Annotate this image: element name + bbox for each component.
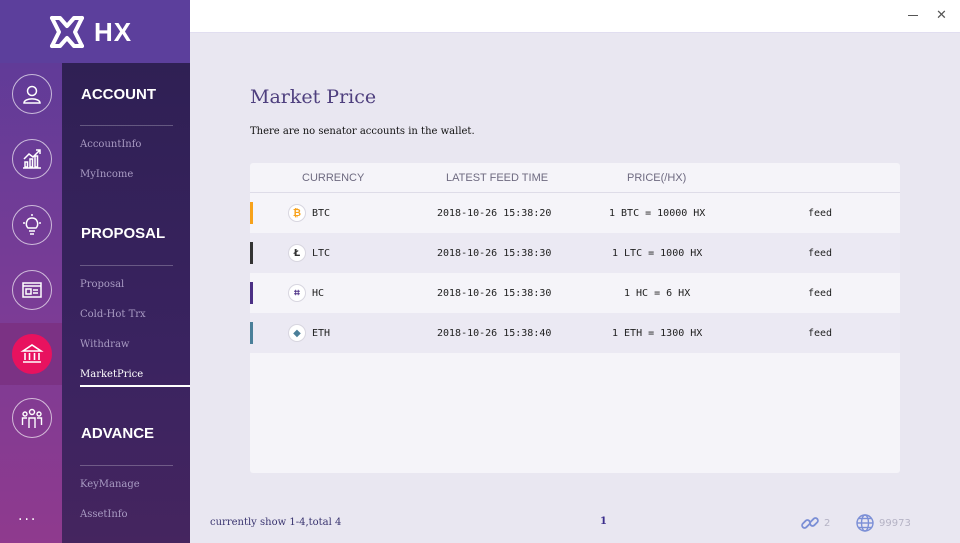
table-row: ₿ BTC 2018-10-26 15:38:20 1 BTC = 10000 … — [250, 193, 900, 233]
rail-proposal-button[interactable] — [12, 205, 52, 245]
rail-market-button[interactable] — [12, 334, 52, 374]
active-item-underline — [80, 385, 190, 387]
menu-item-keymanage[interactable]: KeyManage — [80, 479, 140, 490]
column-header-price: PRICE(/HX) — [627, 172, 687, 184]
price-cell: 1 HC = 6 HX — [624, 288, 691, 299]
row-color-marker — [250, 242, 253, 264]
sidebar-menu: ACCOUNT AccountInfo MyIncome PROPOSAL Pr… — [62, 63, 190, 543]
section-advance-title: ADVANCE — [81, 425, 155, 442]
currency-cell: ETH — [312, 328, 331, 339]
connection-count: 2 — [824, 517, 831, 529]
group-icon — [21, 408, 43, 428]
feed-button[interactable]: feed — [808, 328, 832, 339]
globe-icon — [856, 514, 874, 532]
table-row: ◆ ETH 2018-10-26 15:38:40 1 ETH = 1300 H… — [250, 313, 900, 353]
section-proposal-title: PROPOSAL — [81, 225, 166, 242]
column-header-feed-time: LATEST FEED TIME — [446, 172, 549, 184]
close-button[interactable]: ✕ — [936, 8, 947, 23]
currency-cell: HC — [312, 288, 325, 299]
menu-item-marketprice[interactable]: MarketPrice — [80, 369, 143, 380]
feed-time-cell: 2018-10-26 15:38:20 — [437, 208, 552, 219]
bulb-icon — [23, 214, 41, 235]
market-price-table: CURRENCY LATEST FEED TIME PRICE(/HX) ₿ B… — [250, 163, 900, 473]
rail-card-button[interactable] — [12, 270, 52, 310]
block-height: 99973 — [879, 517, 911, 529]
hcash-icon: ⌗ — [288, 284, 306, 302]
feed-button[interactable]: feed — [808, 208, 832, 219]
menu-item-cold-hot-trx[interactable]: Cold-Hot Trx — [80, 309, 146, 320]
page-title: Market Price — [250, 86, 377, 108]
feed-time-cell: 2018-10-26 15:38:40 — [437, 328, 552, 339]
user-icon — [23, 85, 41, 104]
column-header-currency: CURRENCY — [302, 172, 365, 184]
rail-income-button[interactable] — [12, 139, 52, 179]
menu-item-proposal[interactable]: Proposal — [80, 279, 124, 290]
divider — [80, 125, 173, 126]
app-name: HX — [94, 16, 133, 47]
rail-more-button[interactable]: ... — [18, 508, 37, 524]
rail-account-button[interactable] — [12, 74, 52, 114]
feed-button[interactable]: feed — [808, 248, 832, 259]
window-titlebar: ✕ — [190, 0, 960, 33]
connection-status: 2 — [800, 513, 830, 533]
minimize-button[interactable] — [908, 15, 918, 16]
link-icon — [801, 517, 819, 529]
price-cell: 1 BTC = 10000 HX — [609, 208, 706, 219]
notice-text: There are no senator accounts in the wal… — [250, 126, 475, 137]
table-row: Ł LTC 2018-10-26 15:38:30 1 LTC = 1000 H… — [250, 233, 900, 273]
row-color-marker — [250, 322, 253, 344]
table-header: CURRENCY LATEST FEED TIME PRICE(/HX) — [250, 163, 900, 193]
pagination-info: currently show 1-4,total 4 — [210, 517, 342, 528]
chart-icon — [23, 149, 41, 169]
hx-logo-icon — [50, 16, 84, 48]
litecoin-icon: Ł — [288, 244, 306, 262]
divider — [80, 265, 173, 266]
ethereum-icon: ◆ — [288, 324, 306, 342]
divider — [80, 465, 173, 466]
rail-advance-button[interactable] — [12, 398, 52, 438]
currency-cell: LTC — [312, 248, 331, 259]
feed-time-cell: 2018-10-26 15:38:30 — [437, 248, 552, 259]
logo-bar: HX — [0, 0, 190, 63]
bitcoin-icon: ₿ — [288, 204, 306, 222]
network-status: 99973 — [855, 513, 911, 533]
feed-time-cell: 2018-10-26 15:38:30 — [437, 288, 552, 299]
row-color-marker — [250, 202, 253, 224]
page-number-button[interactable]: 1 — [600, 516, 607, 527]
price-cell: 1 LTC = 1000 HX — [612, 248, 703, 259]
row-color-marker — [250, 282, 253, 304]
app-logo: HX — [48, 14, 132, 50]
table-row: ⌗ HC 2018-10-26 15:38:30 1 HC = 6 HX fee… — [250, 273, 900, 313]
currency-cell: BTC — [312, 208, 331, 219]
card-icon — [22, 282, 42, 298]
menu-item-withdraw[interactable]: Withdraw — [80, 339, 129, 350]
bank-icon — [20, 344, 44, 363]
feed-button[interactable]: feed — [808, 288, 832, 299]
menu-item-accountinfo[interactable]: AccountInfo — [80, 139, 141, 150]
menu-item-assetinfo[interactable]: AssetInfo — [80, 509, 128, 520]
section-account-title: ACCOUNT — [81, 86, 156, 103]
menu-item-myincome[interactable]: MyIncome — [80, 169, 133, 180]
price-cell: 1 ETH = 1300 HX — [612, 328, 703, 339]
